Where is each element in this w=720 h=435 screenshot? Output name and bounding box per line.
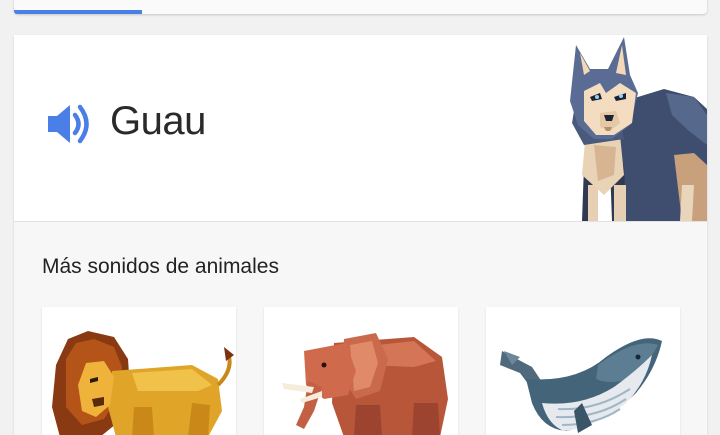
dog-illustration xyxy=(570,37,707,221)
sound-result: Guau xyxy=(14,35,707,222)
animal-tile-lion[interactable] xyxy=(42,307,236,435)
top-tab-bar xyxy=(14,0,707,14)
animal-sound-card: Guau Más sonidos de animales xyxy=(14,35,707,435)
animal-tile-whale[interactable] xyxy=(486,307,680,435)
more-sounds-title: Más sonidos de animales xyxy=(42,255,279,278)
lion-illustration xyxy=(52,331,234,435)
sound-word: Guau xyxy=(110,99,206,143)
elephant-illustration xyxy=(282,333,448,435)
animal-tile-elephant[interactable] xyxy=(264,307,458,435)
whale-illustration xyxy=(500,338,662,433)
active-tab-indicator xyxy=(14,10,142,14)
volume-icon[interactable] xyxy=(45,101,93,147)
